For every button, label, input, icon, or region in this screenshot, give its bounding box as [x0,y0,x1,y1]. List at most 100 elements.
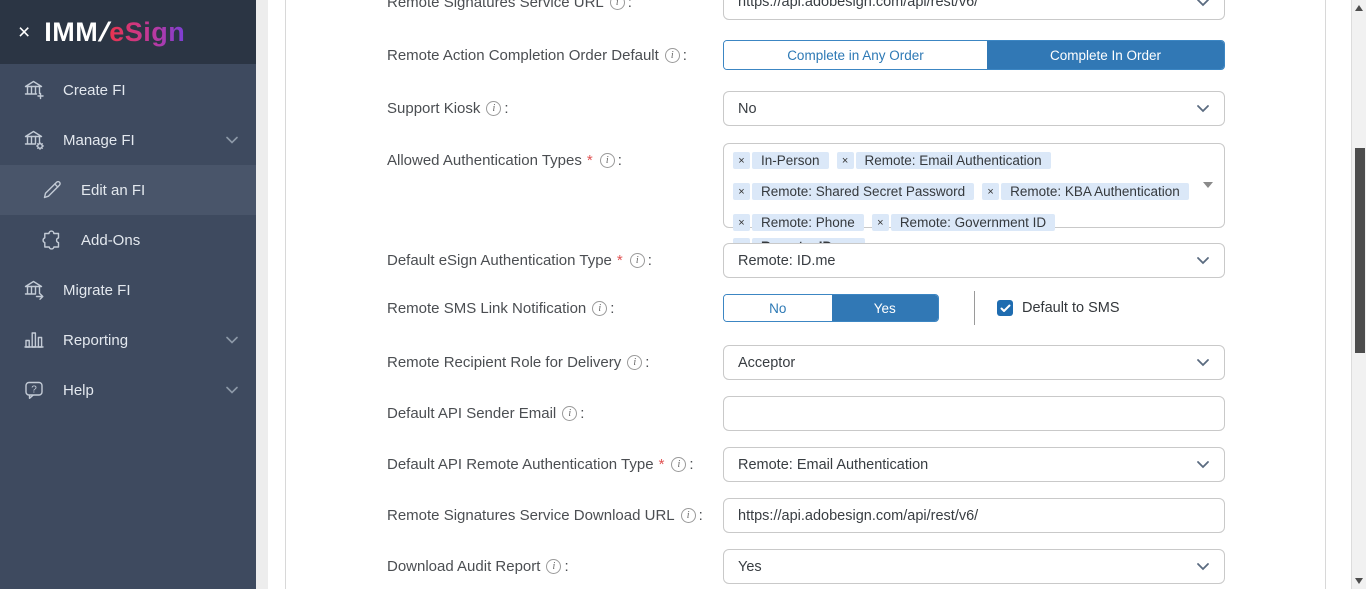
chevron-down-icon [1196,562,1210,571]
chip-remove-icon[interactable]: × [982,183,999,200]
sidebar-item-label: Migrate FI [63,282,131,299]
sidebar-item-add-ons[interactable]: Add-Ons [0,215,256,265]
remote-sms-link-notification-toggle: No Yes [723,294,939,322]
chevron-down-icon [1196,256,1210,265]
sidebar-nav: Create FI Manage FI Edit an FI Add-Ons [0,64,256,415]
field-label-allowed-authentication-types: Allowed Authentication Types * i : [387,143,717,178]
chevron-down-icon [226,136,238,144]
default-to-sms-checkbox-group[interactable]: Default to SMS [997,294,1120,322]
chevron-down-icon [1196,358,1210,367]
chip-in-person: × In-Person [733,152,829,169]
close-icon[interactable]: × [18,22,30,43]
chip-remote-shared-secret-password: × Remote: Shared Secret Password [733,183,974,200]
default-api-sender-email-input[interactable] [723,396,1225,431]
sidebar-scrollbar-track[interactable] [256,0,268,589]
vertical-divider [974,291,975,325]
pencil-icon [40,178,64,202]
field-label-support-kiosk: Support Kiosk i : [387,91,717,126]
info-icon[interactable]: i [486,101,501,116]
chip-remove-icon[interactable]: × [872,214,889,231]
required-marker: * [587,152,593,169]
download-url-wrap [723,498,1225,533]
info-icon[interactable]: i [671,457,686,472]
sidebar-item-edit-an-fi[interactable]: Edit an FI [0,165,256,215]
sidebar-item-reporting[interactable]: Reporting [0,315,256,365]
info-icon[interactable]: i [610,0,625,10]
chip-remove-icon[interactable]: × [733,183,750,200]
info-icon[interactable]: i [630,253,645,268]
default-api-sender-email-wrap [723,396,1225,431]
field-label-remote-action-completion-order-default: Remote Action Completion Order Default i… [387,40,717,70]
info-icon[interactable]: i [546,559,561,574]
dropdown-caret-icon [1203,182,1213,188]
chip-remote-email-authentication: × Remote: Email Authentication [837,152,1051,169]
bar-chart-icon [22,328,46,352]
field-label-remote-recipient-role-for-delivery: Remote Recipient Role for Delivery i : [387,345,717,380]
sidebar-item-create-fi[interactable]: Create FI [0,65,256,115]
chevron-down-icon [226,336,238,344]
support-kiosk-select[interactable]: No [723,91,1225,126]
default-api-remote-authentication-type-select[interactable]: Remote: Email Authentication [723,447,1225,482]
checkbox-checked-icon[interactable] [997,300,1013,316]
help-icon: ? [22,378,46,402]
sidebar-item-label: Help [63,382,94,399]
scroll-down-arrow-icon[interactable] [1355,578,1363,584]
field-label-default-api-remote-authentication-type: Default API Remote Authentication Type *… [387,447,717,482]
remote-recipient-role-select[interactable]: Acceptor [723,345,1225,380]
sidebar: × IMM / eSign Create FI Manage FI E [0,0,256,589]
completion-order-toggle: Complete in Any Order Complete In Order [723,40,1225,70]
field-label-default-esign-authentication-type: Default eSign Authentication Type * i : [387,243,717,278]
imm-esign-logo: IMM / eSign [44,17,185,48]
chevron-down-icon [226,386,238,394]
chip-remove-icon[interactable]: × [837,152,854,169]
checkbox-label: Default to SMS [1022,300,1120,316]
info-icon[interactable]: i [600,153,615,168]
svg-text:?: ? [31,385,37,396]
scroll-up-arrow-icon[interactable] [1355,5,1363,11]
bank-arrow-icon [22,278,46,302]
chip-remove-icon[interactable]: × [733,152,750,169]
allowed-authentication-types-multiselect[interactable]: × In-Person × Remote: Email Authenticati… [723,143,1225,228]
info-icon[interactable]: i [592,301,607,316]
sidebar-item-label: Reporting [63,332,128,349]
bank-plus-icon [22,78,46,102]
toggle-complete-in-any-order[interactable]: Complete in Any Order [724,41,987,69]
toggle-no[interactable]: No [724,295,832,321]
required-marker: * [659,456,665,473]
toggle-complete-in-order[interactable]: Complete In Order [987,41,1224,69]
field-label-default-api-sender-email: Default API Sender Email i : [387,396,717,431]
field-label-remote-signatures-service-url: Remote Signatures Service URL i : [387,0,717,20]
sidebar-item-label: Manage FI [63,132,135,149]
chip-remove-icon[interactable]: × [733,214,750,231]
field-label-remote-sms-link-notification: Remote SMS Link Notification i : [387,294,717,322]
toggle-yes[interactable]: Yes [832,295,939,321]
chevron-down-icon [1196,104,1210,113]
sidebar-item-label: Add-Ons [81,232,140,249]
field-label-download-audit-report: Download Audit Report i : [387,549,717,584]
info-icon[interactable]: i [627,355,642,370]
remote-signatures-service-download-url-input[interactable] [723,498,1225,533]
window-scrollbar[interactable] [1351,0,1366,589]
remote-signatures-service-url-select[interactable]: https://api.adobesign.com/api/rest/v6/ [723,0,1225,20]
sidebar-header: × IMM / eSign [0,0,256,64]
sidebar-item-help[interactable]: ? Help [0,365,256,415]
required-marker: * [617,252,623,269]
chevron-down-icon [1196,0,1210,7]
sidebar-item-label: Create FI [63,82,126,99]
bank-gear-icon [22,128,46,152]
chip-remote-kba-authentication: × Remote: KBA Authentication [982,183,1189,200]
info-icon[interactable]: i [665,48,680,63]
info-icon[interactable]: i [562,406,577,421]
edit-fi-form: Remote Signatures Service URL i : https:… [285,0,1326,589]
default-esign-authentication-type-select[interactable]: Remote: ID.me [723,243,1225,278]
download-audit-report-select[interactable]: Yes [723,549,1225,584]
chip-remote-government-id: × Remote: Government ID [872,214,1055,231]
scrollbar-thumb[interactable] [1355,148,1365,353]
field-label-remote-signatures-service-download-url: Remote Signatures Service Download URL i… [387,498,717,533]
sidebar-item-label: Edit an FI [81,182,145,199]
chip-remote-phone: × Remote: Phone [733,214,864,231]
sidebar-item-migrate-fi[interactable]: Migrate FI [0,265,256,315]
chevron-down-icon [1196,460,1210,469]
sidebar-item-manage-fi[interactable]: Manage FI [0,115,256,165]
info-icon[interactable]: i [681,508,696,523]
